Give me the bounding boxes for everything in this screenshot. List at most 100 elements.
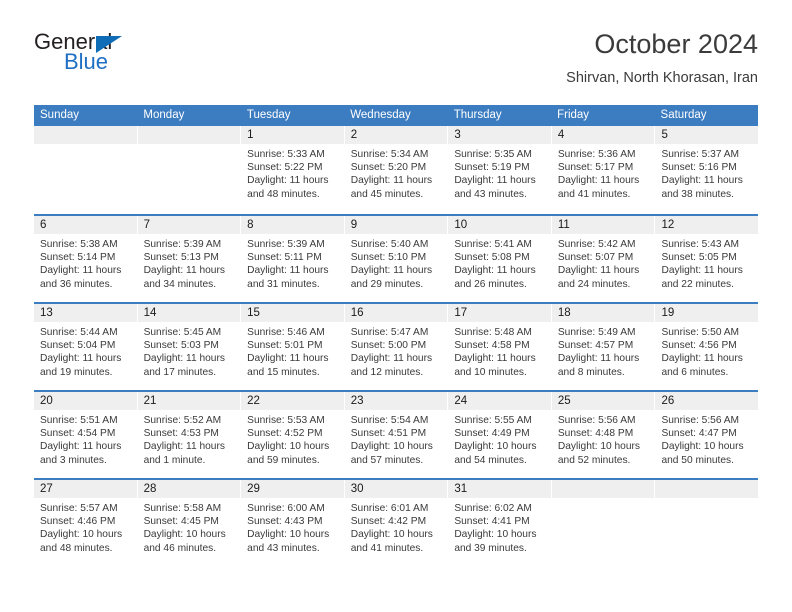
generalblue-logo[interactable]: General Blue: [34, 30, 254, 90]
sunset-time: Sunset: 5:00 PM: [350, 340, 427, 352]
sunrise-time: Sunrise: 6:00 AM: [247, 503, 325, 514]
calendar-day-cell[interactable]: 19 Sunrise: 5:50 AM Sunset: 4:56 PM Dayligh…: [655, 304, 759, 390]
daylight-duration-line1: Daylight: 11 hours: [557, 175, 640, 187]
daylight-duration-line2: and 29 minutes.: [350, 278, 424, 290]
title-block: October 2024 Shirvan, North Khorasan, Ir…: [566, 28, 758, 87]
daylight-duration-line2: and 22 minutes.: [661, 278, 734, 290]
daylight-duration-line2: and 59 minutes.: [247, 454, 320, 466]
calendar-day-cell[interactable]: 14 Sunrise: 5:45 AM Sunset: 5:03 PM Dayligh…: [137, 304, 242, 390]
day-details: Sunrise: 6:02 AM Sunset: 4:41 PM Daylight:…: [448, 498, 551, 555]
calendar-day-cell[interactable]: 4 Sunrise: 5:36 AM Sunset: 5:17 PM Daylight…: [551, 126, 656, 214]
sunrise-time: Sunrise: 5:50 AM: [661, 327, 740, 338]
calendar-day-cell[interactable]: 1 Sunrise: 5:33 AM Sunset: 5:22 PM Daylight…: [241, 126, 345, 214]
daylight-duration-line2: and 24 minutes.: [557, 278, 631, 290]
sunset-time: Sunset: 4:58 PM: [454, 340, 530, 352]
calendar-day-cell[interactable]: 28 Sunrise: 5:58 AM Sunset: 4:45 PM Dayligh…: [137, 480, 242, 566]
calendar-day-cell[interactable]: 17 Sunrise: 5:48 AM Sunset: 4:58 PM Dayligh…: [448, 304, 552, 390]
calendar-day-cell[interactable]: 3 Sunrise: 5:35 AM Sunset: 5:19 PM Daylight…: [448, 126, 552, 214]
daylight-duration-line2: and 6 minutes.: [661, 366, 729, 378]
daylight-duration-line1: Daylight: 10 hours: [350, 529, 433, 541]
calendar-day-cell[interactable]: 8 Sunrise: 5:39 AM Sunset: 5:11 PM Daylight…: [241, 216, 345, 302]
day-details: Sunrise: 5:36 AM Sunset: 5:17 PM Daylight:…: [552, 144, 655, 201]
calendar-day-cell[interactable]: 21 Sunrise: 5:52 AM Sunset: 4:53 PM Dayligh…: [137, 392, 242, 478]
calendar-day-cell[interactable]: 26 Sunrise: 5:56 AM Sunset: 4:47 PM Dayligh…: [655, 392, 759, 478]
daylight-duration-line1: Daylight: 11 hours: [143, 441, 225, 453]
weekday-header-tuesday: Tuesday: [246, 109, 291, 121]
day-details: Sunrise: 5:43 AM Sunset: 5:05 PM Daylight:…: [655, 234, 758, 291]
day-number: 20: [34, 392, 137, 410]
daylight-duration-line2: and 52 minutes.: [557, 454, 631, 466]
daylight-duration-line2: and 38 minutes.: [661, 188, 734, 200]
daylight-duration-line2: and 43 minutes.: [454, 188, 527, 200]
daylight-duration-line1: Daylight: 10 hours: [454, 441, 537, 453]
daylight-duration-line1: Daylight: 10 hours: [247, 529, 330, 541]
day-number: 3: [448, 126, 551, 144]
sunset-time: Sunset: 4:42 PM: [350, 516, 427, 528]
day-number: 13: [34, 304, 137, 322]
daylight-duration-line1: Daylight: 11 hours: [247, 353, 329, 365]
calendar-day-cell[interactable]: 9 Sunrise: 5:40 AM Sunset: 5:10 PM Daylight…: [344, 216, 449, 302]
day-details: Sunrise: 5:57 AM Sunset: 4:46 PM Daylight:…: [34, 498, 137, 555]
calendar-day-cell[interactable]: 16 Sunrise: 5:47 AM Sunset: 5:00 PM Dayligh…: [344, 304, 449, 390]
day-number: [137, 126, 241, 144]
sunset-time: Sunset: 4:41 PM: [454, 516, 530, 528]
sunset-time: Sunset: 4:53 PM: [143, 428, 219, 440]
daylight-duration-line2: and 41 minutes.: [557, 188, 631, 200]
calendar-day-cell[interactable]: 23 Sunrise: 5:54 AM Sunset: 4:51 PM Dayligh…: [344, 392, 449, 478]
calendar-day-cell[interactable]: 12 Sunrise: 5:43 AM Sunset: 5:05 PM Dayligh…: [655, 216, 759, 302]
page-subtitle: Shirvan, North Khorasan, Iran: [566, 70, 758, 86]
calendar-day-cell[interactable]: 7 Sunrise: 5:39 AM Sunset: 5:13 PM Daylight…: [137, 216, 242, 302]
day-details: Sunrise: 5:53 AM Sunset: 4:52 PM Daylight:…: [241, 410, 344, 467]
calendar-day-cell[interactable]: 6 Sunrise: 5:38 AM Sunset: 5:14 PM Daylight…: [34, 216, 138, 302]
sunrise-time: Sunrise: 5:42 AM: [557, 239, 636, 250]
sunrise-time: Sunrise: 5:52 AM: [143, 415, 222, 426]
daylight-duration-line2: and 31 minutes.: [247, 278, 320, 290]
calendar-day-cell[interactable]: 5 Sunrise: 5:37 AM Sunset: 5:16 PM Daylight…: [655, 126, 759, 214]
day-details: Sunrise: 5:56 AM Sunset: 4:47 PM Daylight:…: [655, 410, 758, 467]
sunset-time: Sunset: 4:49 PM: [454, 428, 530, 440]
calendar-day-cell[interactable]: 15 Sunrise: 5:46 AM Sunset: 5:01 PM Dayligh…: [241, 304, 345, 390]
daylight-duration-line1: Daylight: 11 hours: [661, 265, 743, 277]
sunrise-time: Sunrise: 5:44 AM: [40, 327, 118, 338]
day-number: 5: [655, 126, 759, 144]
day-number: [655, 480, 759, 498]
day-details: Sunrise: 5:42 AM Sunset: 5:07 PM Daylight:…: [552, 234, 655, 291]
daylight-duration-line1: Daylight: 11 hours: [40, 265, 122, 277]
calendar-day-cell-empty: [551, 480, 656, 566]
sunrise-time: Sunrise: 5:54 AM: [350, 415, 429, 426]
calendar-week-row: 6 Sunrise: 5:38 AM Sunset: 5:14 PM Daylight…: [34, 214, 759, 302]
sunrise-time: Sunrise: 5:33 AM: [247, 149, 325, 160]
calendar-day-cell[interactable]: 27 Sunrise: 5:57 AM Sunset: 4:46 PM Dayligh…: [34, 480, 138, 566]
calendar-day-cell[interactable]: 2 Sunrise: 5:34 AM Sunset: 5:20 PM Daylight…: [344, 126, 449, 214]
sunrise-time: Sunrise: 5:53 AM: [247, 415, 325, 426]
day-details: Sunrise: 5:58 AM Sunset: 4:45 PM Daylight:…: [138, 498, 241, 555]
calendar-day-cell-empty: [655, 480, 759, 566]
day-number: 15: [241, 304, 344, 322]
calendar-day-cell[interactable]: 20 Sunrise: 5:51 AM Sunset: 4:54 PM Dayligh…: [34, 392, 138, 478]
calendar-day-cell[interactable]: 24 Sunrise: 5:55 AM Sunset: 4:49 PM Dayligh…: [448, 392, 552, 478]
daylight-duration-line2: and 54 minutes.: [454, 454, 527, 466]
sunset-time: Sunset: 5:11 PM: [247, 252, 322, 264]
calendar-day-cell[interactable]: 29 Sunrise: 6:00 AM Sunset: 4:43 PM Dayligh…: [241, 480, 345, 566]
sunrise-time: Sunrise: 5:58 AM: [143, 503, 222, 514]
weekday-header-monday: Monday: [143, 109, 185, 121]
calendar-day-cell[interactable]: 13 Sunrise: 5:44 AM Sunset: 5:04 PM Dayligh…: [34, 304, 138, 390]
calendar-day-cell[interactable]: 18 Sunrise: 5:49 AM Sunset: 4:57 PM Dayligh…: [551, 304, 656, 390]
day-details: Sunrise: 5:40 AM Sunset: 5:10 PM Daylight:…: [345, 234, 448, 291]
daylight-duration-line1: Daylight: 11 hours: [454, 265, 536, 277]
page-title: October 2024: [594, 29, 758, 59]
calendar-day-cell[interactable]: 11 Sunrise: 5:42 AM Sunset: 5:07 PM Dayligh…: [551, 216, 656, 302]
daylight-duration-line1: Daylight: 11 hours: [661, 353, 743, 365]
calendar-day-cell[interactable]: 22 Sunrise: 5:53 AM Sunset: 4:52 PM Dayligh…: [241, 392, 345, 478]
day-details: Sunrise: 5:54 AM Sunset: 4:51 PM Daylight:…: [345, 410, 448, 467]
sunset-time: Sunset: 5:20 PM: [350, 162, 427, 174]
day-number: [34, 126, 137, 144]
calendar-day-cell[interactable]: 10 Sunrise: 5:41 AM Sunset: 5:08 PM Dayligh…: [448, 216, 552, 302]
day-details: Sunrise: 5:41 AM Sunset: 5:08 PM Daylight:…: [448, 234, 551, 291]
calendar-day-cell[interactable]: 25 Sunrise: 5:56 AM Sunset: 4:48 PM Dayligh…: [551, 392, 656, 478]
daylight-duration-line2: and 48 minutes.: [247, 188, 320, 200]
calendar-day-cell[interactable]: 30 Sunrise: 6:01 AM Sunset: 4:42 PM Dayligh…: [344, 480, 449, 566]
daylight-duration-line1: Daylight: 10 hours: [661, 441, 744, 453]
day-number: 7: [137, 216, 241, 234]
calendar-day-cell[interactable]: 31 Sunrise: 6:02 AM Sunset: 4:41 PM Dayligh…: [448, 480, 552, 566]
